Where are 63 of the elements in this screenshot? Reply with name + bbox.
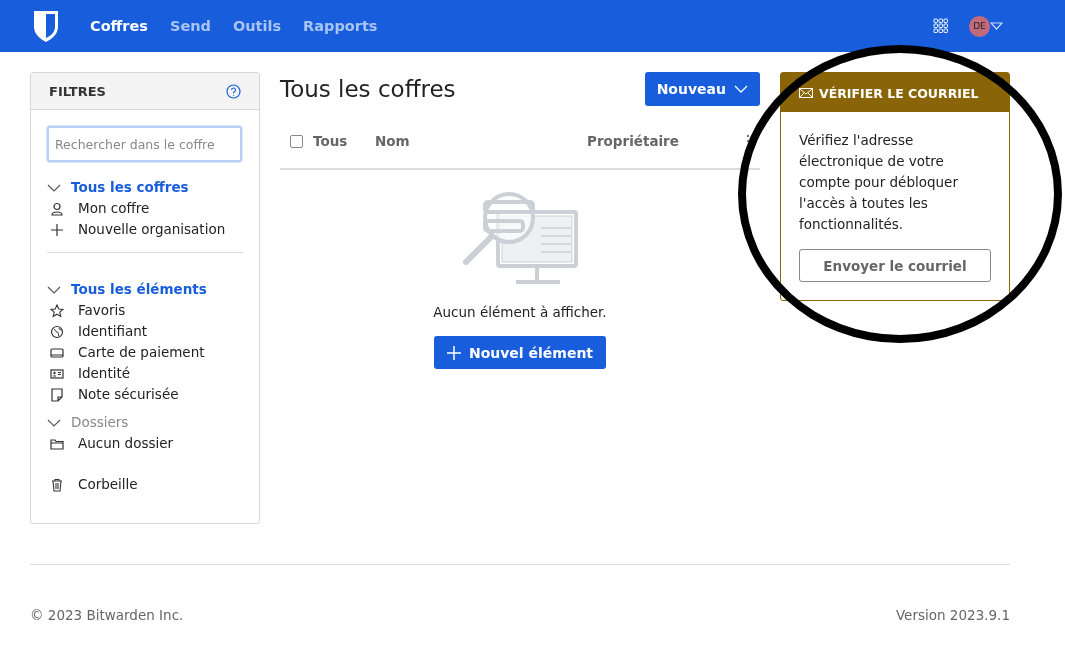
checkbox[interactable] bbox=[290, 134, 303, 148]
filter-label: Identité bbox=[78, 364, 131, 383]
page-title: Tous les coffres bbox=[280, 76, 456, 102]
search-field[interactable]: Rechercher dans le coffre bbox=[47, 126, 242, 162]
filters-title: FILTRES bbox=[49, 84, 106, 99]
chevron-down-icon bbox=[47, 285, 61, 294]
card-title: VÉRIFIER LE COURRIEL bbox=[819, 85, 979, 101]
filter-item[interactable]: Corbeille bbox=[47, 474, 243, 495]
version-text: Version 2023.9.1 bbox=[895, 607, 1010, 623]
filter-group-header[interactable]: Tous les coffres bbox=[47, 177, 243, 198]
nav-link[interactable]: Rapports bbox=[303, 18, 378, 34]
new-button[interactable]: Nouveau bbox=[644, 72, 760, 106]
filter-group-header[interactable]: Dossiers bbox=[47, 412, 243, 433]
shield-logo-icon bbox=[32, 10, 60, 42]
caret-icon bbox=[990, 21, 1003, 31]
avatar[interactable]: DE bbox=[969, 15, 990, 37]
filter-item[interactable]: Identifiant bbox=[47, 321, 243, 342]
filter-label: Favoris bbox=[78, 301, 126, 320]
group-label: Tous les éléments bbox=[71, 280, 207, 299]
trash-icon bbox=[50, 477, 64, 492]
nav-link[interactable]: Send bbox=[169, 18, 211, 34]
filter-item[interactable]: Note sécurisée bbox=[47, 384, 243, 405]
filter-label: Carte de paiement bbox=[78, 343, 205, 362]
filter-label: Nouvelle organisation bbox=[78, 220, 226, 239]
filter-label: Mon coffre bbox=[78, 199, 150, 218]
filter-group-header[interactable]: Tous les éléments bbox=[47, 279, 243, 300]
filter-item[interactable]: Carte de paiement bbox=[47, 342, 243, 363]
send-email-button[interactable]: Envoyer le courriel bbox=[799, 249, 991, 282]
card-icon bbox=[50, 345, 64, 360]
folder-icon bbox=[50, 436, 64, 451]
filter-item[interactable]: Identité bbox=[47, 363, 243, 384]
filter-label: Aucun dossier bbox=[78, 434, 174, 453]
apps-grid-icon bbox=[933, 18, 949, 34]
group-label: Tous les coffres bbox=[71, 178, 189, 197]
globe-icon bbox=[50, 324, 64, 339]
empty-message: Aucun élément à afficher. bbox=[433, 304, 607, 320]
filter-item[interactable]: Mon coffre bbox=[47, 198, 243, 219]
column-header: Nom bbox=[375, 133, 411, 149]
plus-icon bbox=[446, 345, 461, 360]
chevron-down-icon bbox=[47, 418, 61, 427]
column-header: Propriétaire bbox=[587, 133, 680, 149]
new-item-button[interactable]: Nouvel élément bbox=[433, 336, 607, 369]
id-card-icon bbox=[50, 366, 64, 381]
chevron-down-icon bbox=[734, 85, 748, 93]
filter-item[interactable]: Aucun dossier bbox=[47, 433, 243, 454]
filter-item[interactable]: Nouvelle organisation bbox=[47, 219, 243, 240]
star-icon bbox=[50, 303, 64, 318]
column-header: Tous bbox=[313, 133, 349, 149]
envelope-icon bbox=[799, 88, 813, 98]
filter-label: Corbeille bbox=[78, 475, 138, 494]
note-icon bbox=[50, 387, 64, 402]
nav-link[interactable]: Coffres bbox=[90, 18, 148, 34]
filter-item[interactable]: Favoris bbox=[47, 300, 243, 321]
filter-label: Identifiant bbox=[78, 322, 148, 341]
help-icon bbox=[226, 84, 241, 99]
plus-icon bbox=[50, 222, 64, 237]
person-icon bbox=[50, 201, 64, 216]
copyright-text: © 2023 Bitwarden Inc. bbox=[30, 607, 184, 623]
filter-label: Note sécurisée bbox=[78, 385, 179, 404]
chevron-down-icon bbox=[47, 183, 61, 192]
verify-message: Vérifiez l'adresse électronique de votre compte pour débloquer l'accès à toutes les fonctionnalités. bbox=[799, 131, 959, 234]
nav-link[interactable]: Outils bbox=[232, 18, 282, 34]
group-label: Dossiers bbox=[71, 413, 129, 432]
